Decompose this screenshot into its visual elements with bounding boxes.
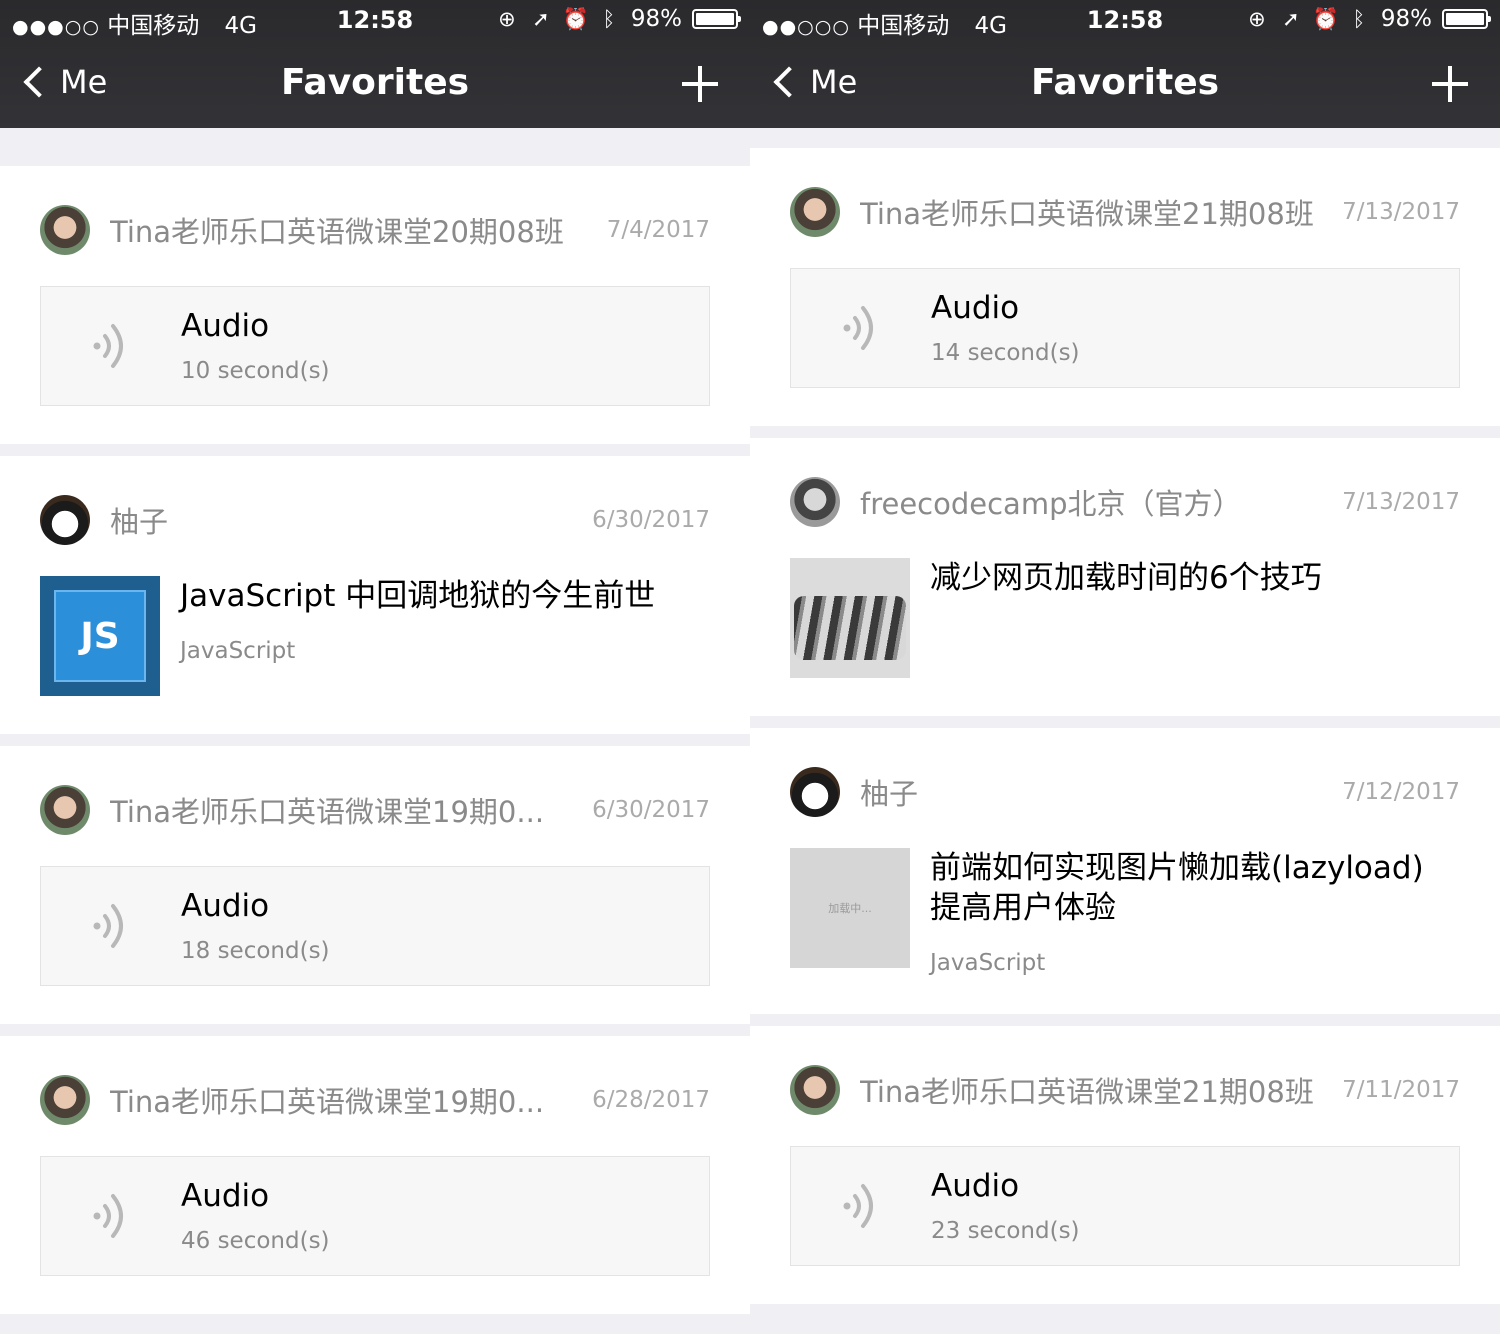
status-bar: ●●○○○ 中国移动 4G 12:58 ⊕ ➚ ⏰ ᛒ 98% bbox=[750, 0, 1500, 40]
audio-message[interactable]: Audio 23 second(s) bbox=[790, 1146, 1460, 1266]
article-link[interactable]: JS JavaScript 中回调地狱的今生前世 JavaScript bbox=[40, 576, 710, 696]
item-date: 7/4/2017 bbox=[606, 217, 710, 243]
avatar bbox=[40, 785, 90, 835]
audio-message[interactable]: Audio 18 second(s) bbox=[40, 866, 710, 986]
audio-duration: 14 second(s) bbox=[931, 340, 1080, 366]
lock-rotation-icon: ⊕ bbox=[498, 7, 516, 31]
plus-icon[interactable] bbox=[682, 66, 718, 102]
article-link[interactable]: 加载中... 前端如何实现图片懒加载(lazyload) 提高用户体验 Java… bbox=[790, 848, 1460, 976]
audio-title: Audio bbox=[931, 1168, 1020, 1204]
header: ●●○○○ 中国移动 4G 12:58 ⊕ ➚ ⏰ ᛒ 98% Me Favor… bbox=[750, 0, 1500, 128]
article-link[interactable]: 减少网页加载时间的6个技巧 bbox=[790, 558, 1460, 678]
audio-duration: 23 second(s) bbox=[931, 1218, 1080, 1244]
favorite-item[interactable]: Tina老师乐口英语微课堂21期08班 7/13/2017 Audio 14 s… bbox=[750, 148, 1500, 426]
audio-title: Audio bbox=[931, 290, 1020, 326]
item-date: 6/28/2017 bbox=[592, 1087, 710, 1113]
favorite-item[interactable]: Tina老师乐口英语微课堂21期08班 7/11/2017 Audio 23 s… bbox=[750, 1026, 1500, 1304]
screen-left: ●●●○○ 中国移动 4G 12:58 ⊕ ➚ ⏰ ᛒ 98% Me Favor… bbox=[0, 0, 750, 1334]
audio-title: Audio bbox=[181, 308, 270, 344]
alarm-icon: ⏰ bbox=[562, 6, 590, 31]
article-source: JavaScript bbox=[180, 638, 296, 664]
audio-wave-icon bbox=[791, 268, 931, 388]
favorite-item[interactable]: freecodecamp北京（官方） 7/13/2017 减少网页加载时间的6个… bbox=[750, 438, 1500, 716]
lock-rotation-icon: ⊕ bbox=[1248, 7, 1266, 31]
audio-duration: 46 second(s) bbox=[181, 1228, 330, 1254]
sender-name: Tina老师乐口英语微课堂19期0... bbox=[110, 795, 545, 829]
nav-bar: Me Favorites bbox=[750, 50, 1500, 120]
audio-title: Audio bbox=[181, 1178, 270, 1214]
status-bar: ●●●○○ 中国移动 4G 12:58 ⊕ ➚ ⏰ ᛒ 98% bbox=[0, 0, 750, 40]
bluetooth-icon: ᛒ bbox=[602, 7, 616, 31]
favorites-list: Tina老师乐口英语微课堂21期08班 7/13/2017 Audio 14 s… bbox=[750, 148, 1500, 1316]
loading-placeholder-text: 加载中... bbox=[828, 902, 872, 915]
page-title: Favorites bbox=[280, 62, 470, 103]
avatar bbox=[40, 1075, 90, 1125]
sender-name: Tina老师乐口英语微课堂19期0... bbox=[110, 1085, 545, 1119]
plus-icon[interactable] bbox=[1432, 66, 1468, 102]
spring-image bbox=[794, 596, 906, 660]
sender-name: Tina老师乐口英语微课堂21期08班 bbox=[860, 1075, 1314, 1109]
item-date: 7/13/2017 bbox=[1342, 199, 1460, 225]
battery-icon bbox=[1442, 9, 1491, 29]
sender-name: 柚子 bbox=[110, 505, 169, 539]
favorite-item[interactable]: Tina老师乐口英语微课堂20期08班 7/4/2017 Audio 10 se… bbox=[0, 166, 750, 444]
avatar bbox=[790, 477, 840, 527]
article-title: 减少网页加载时间的6个技巧 bbox=[930, 560, 1322, 596]
article-title: JavaScript 中回调地狱的今生前世 bbox=[180, 578, 656, 614]
item-date: 6/30/2017 bbox=[592, 507, 710, 533]
status-icons: ⊕ ➚ ⏰ ᛒ 98% bbox=[1245, 6, 1491, 32]
favorite-item[interactable]: Tina老师乐口英语微课堂19期0... 6/30/2017 Audio 18 … bbox=[0, 746, 750, 1024]
audio-message[interactable]: Audio 46 second(s) bbox=[40, 1156, 710, 1276]
screen-right: ●●○○○ 中国移动 4G 12:58 ⊕ ➚ ⏰ ᛒ 98% Me Favor… bbox=[750, 0, 1500, 1334]
item-date: 7/12/2017 bbox=[1342, 779, 1460, 805]
audio-message[interactable]: Audio 10 second(s) bbox=[40, 286, 710, 406]
article-thumbnail bbox=[790, 558, 910, 678]
item-date: 7/13/2017 bbox=[1342, 489, 1460, 515]
bluetooth-icon: ᛒ bbox=[1352, 7, 1366, 31]
audio-duration: 18 second(s) bbox=[181, 938, 330, 964]
sender-name: freecodecamp北京（官方） bbox=[860, 487, 1242, 521]
page-title: Favorites bbox=[1030, 62, 1220, 103]
alarm-icon: ⏰ bbox=[1312, 6, 1340, 31]
article-title: 前端如何实现图片懒加载(lazyload) 提高用户体验 bbox=[930, 850, 1424, 926]
battery-percent: 98% bbox=[1380, 6, 1432, 32]
nav-bar: Me Favorites bbox=[0, 50, 750, 120]
audio-duration: 10 second(s) bbox=[181, 358, 330, 384]
battery-percent: 98% bbox=[630, 6, 682, 32]
favorite-item[interactable]: Tina老师乐口英语微课堂19期0... 6/28/2017 Audio 46 … bbox=[0, 1036, 750, 1314]
audio-title: Audio bbox=[181, 888, 270, 924]
favorite-item[interactable]: 柚子 7/12/2017 加载中... 前端如何实现图片懒加载(lazyload… bbox=[750, 728, 1500, 1014]
status-icons: ⊕ ➚ ⏰ ᛒ 98% bbox=[495, 6, 741, 32]
favorites-list: Tina老师乐口英语微课堂20期08班 7/4/2017 Audio 10 se… bbox=[0, 166, 750, 1326]
avatar bbox=[790, 187, 840, 237]
avatar bbox=[790, 1065, 840, 1115]
audio-message[interactable]: Audio 14 second(s) bbox=[790, 268, 1460, 388]
avatar bbox=[40, 495, 90, 545]
favorite-item[interactable]: 柚子 6/30/2017 JS JavaScript 中回调地狱的今生前世 Ja… bbox=[0, 456, 750, 734]
avatar bbox=[40, 205, 90, 255]
audio-wave-icon bbox=[41, 1156, 181, 1276]
audio-wave-icon bbox=[791, 1146, 931, 1266]
js-logo: JS bbox=[54, 590, 146, 682]
header: ●●●○○ 中国移动 4G 12:58 ⊕ ➚ ⏰ ᛒ 98% Me Favor… bbox=[0, 0, 750, 128]
sender-name: Tina老师乐口英语微课堂21期08班 bbox=[860, 197, 1314, 231]
avatar bbox=[790, 767, 840, 817]
location-arrow-icon: ➚ bbox=[1282, 7, 1300, 31]
location-arrow-icon: ➚ bbox=[532, 7, 550, 31]
sender-name: Tina老师乐口英语微课堂20期08班 bbox=[110, 215, 564, 249]
item-date: 6/30/2017 bbox=[592, 797, 710, 823]
article-thumbnail: 加载中... bbox=[790, 848, 910, 968]
audio-wave-icon bbox=[41, 866, 181, 986]
item-date: 7/11/2017 bbox=[1342, 1077, 1460, 1103]
audio-wave-icon bbox=[41, 286, 181, 406]
battery-icon bbox=[692, 9, 741, 29]
article-thumbnail: JS bbox=[40, 576, 160, 696]
article-source: JavaScript bbox=[930, 950, 1046, 976]
sender-name: 柚子 bbox=[860, 777, 919, 811]
